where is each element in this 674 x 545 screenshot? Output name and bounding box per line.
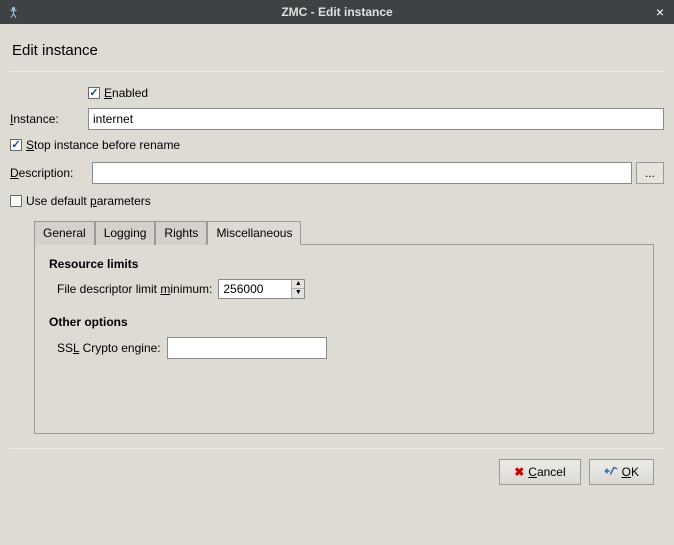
footer-buttons: ✖ Cancel OK [10, 459, 664, 485]
ok-button[interactable]: OK [589, 459, 654, 485]
checkbox-box-icon [88, 87, 100, 99]
window-title: ZMC - Edit instance [0, 5, 674, 19]
titlebar: ZMC - Edit instance × [0, 0, 674, 24]
other-options-title: Other options [49, 315, 639, 329]
use-default-parameters-checkbox[interactable]: Use default parameters [10, 194, 151, 208]
tab-list: General Logging Rights Miscellaneous [34, 221, 654, 245]
app-icon [6, 5, 20, 19]
resource-limits-title: Resource limits [49, 257, 639, 271]
enabled-checkbox[interactable]: Enabled [88, 86, 148, 100]
fd-limit-input[interactable] [219, 280, 291, 298]
tab-rights[interactable]: Rights [155, 221, 207, 245]
ssl-engine-label: SSL Crypto engine: [57, 341, 161, 355]
cancel-icon: ✖ [514, 465, 524, 479]
description-label: Description: [10, 166, 88, 180]
tab-miscellaneous[interactable]: Miscellaneous [207, 221, 301, 245]
tab-general[interactable]: General [34, 221, 95, 245]
instance-input[interactable] [88, 108, 664, 130]
cancel-button[interactable]: ✖ Cancel [499, 459, 580, 485]
stop-before-rename-checkbox[interactable]: Stop instance before rename [10, 138, 180, 152]
spinner-down-icon[interactable]: ▼ [292, 289, 304, 298]
checkbox-box-icon [10, 139, 22, 151]
description-input[interactable] [92, 162, 632, 184]
cancel-label: Cancel [528, 465, 565, 479]
divider [10, 71, 664, 72]
instance-label: Instance: [10, 112, 88, 126]
page-title: Edit instance [12, 42, 664, 59]
divider [10, 448, 664, 449]
fd-limit-label: File descriptor limit minimum: [57, 282, 212, 296]
ok-label: OK [622, 465, 639, 479]
fd-limit-spinner[interactable]: ▲ ▼ [218, 279, 305, 299]
close-button[interactable]: × [652, 3, 668, 21]
tab-panel-miscellaneous: Resource limits File descriptor limit mi… [34, 244, 654, 434]
enabled-label: Enabled [104, 86, 148, 100]
stop-before-rename-label: Stop instance before rename [26, 138, 180, 152]
use-default-parameters-label: Use default parameters [26, 194, 151, 208]
tab-logging[interactable]: Logging [95, 221, 156, 245]
description-browse-button[interactable]: ... [636, 162, 664, 184]
checkbox-box-icon [10, 195, 22, 207]
ssl-engine-input[interactable] [167, 337, 327, 359]
spinner-up-icon[interactable]: ▲ [292, 280, 304, 289]
ok-icon [604, 465, 618, 480]
